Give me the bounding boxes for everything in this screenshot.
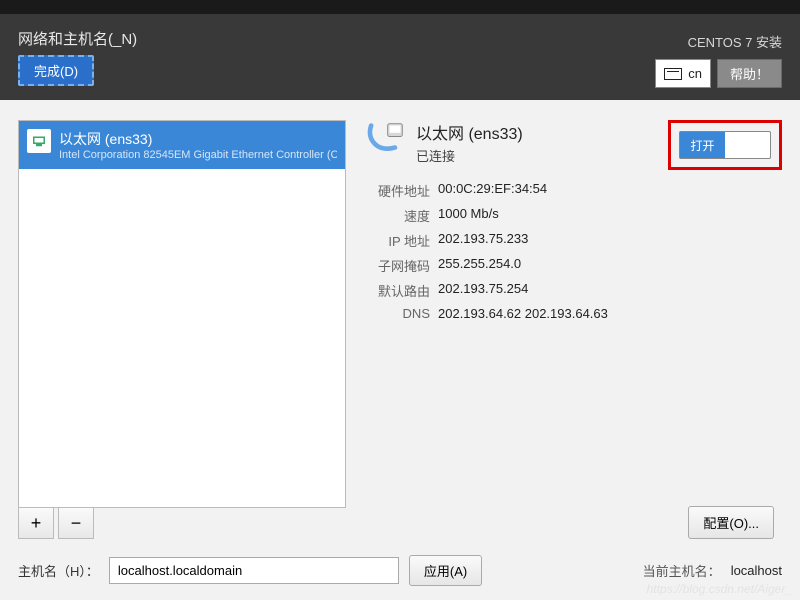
gateway-label: 默认路由 <box>362 281 430 300</box>
toggle-off-side <box>725 132 770 158</box>
main-panel: 以太网 (ens33) Intel Corporation 82545EM Gi… <box>0 100 800 600</box>
gateway-value: 202.193.75.254 <box>438 281 528 300</box>
remove-nic-button[interactable]: − <box>58 507 94 539</box>
nic-item-subtitle: Intel Corporation 82545EM Gigabit Ethern… <box>59 149 337 161</box>
dns-value: 202.193.64.62 202.193.64.63 <box>438 306 608 321</box>
mask-label: 子网掩码 <box>362 256 430 275</box>
header-right: CENTOS 7 安装 cn 帮助！ <box>655 32 782 88</box>
ip-label: IP 地址 <box>362 231 430 250</box>
hwaddr-label: 硬件地址 <box>362 181 430 200</box>
nic-status: 已连接 <box>416 146 523 165</box>
ethernet-icon <box>27 129 51 153</box>
nic-list-panel: 以太网 (ens33) Intel Corporation 82545EM Gi… <box>18 120 346 539</box>
connection-toggle[interactable]: 打开 <box>679 131 771 159</box>
mask-value: 255.255.254.0 <box>438 256 521 275</box>
keyboard-layout-selector[interactable]: cn <box>655 59 711 88</box>
nic-list-item[interactable]: 以太网 (ens33) Intel Corporation 82545EM Gi… <box>19 121 345 169</box>
window-titlebar <box>0 0 800 14</box>
hostname-input[interactable] <box>109 557 399 584</box>
ethernet-large-icon <box>362 120 406 164</box>
keyboard-layout-label: cn <box>688 66 702 81</box>
done-button[interactable]: 完成(D) <box>18 55 94 86</box>
toggle-on-label: 打开 <box>680 132 725 158</box>
help-button[interactable]: 帮助！ <box>717 59 782 88</box>
nic-details-panel: 打开 以太网 (ens33) 已连接 硬件地址 00:0C:29:EF:34:54… <box>354 120 782 539</box>
nic-title: 以太网 (ens33) <box>416 120 523 144</box>
highlight-box: 打开 <box>668 120 782 170</box>
current-hostname-label: 当前主机名： <box>643 561 721 580</box>
keyboard-icon <box>664 68 682 80</box>
ip-value: 202.193.75.233 <box>438 231 528 250</box>
configure-button[interactable]: 配置(O)... <box>688 506 774 539</box>
nic-details: 硬件地址 00:0C:29:EF:34:54 速度 1000 Mb/s IP 地址 2… <box>362 181 774 327</box>
speed-value: 1000 Mb/s <box>438 206 499 225</box>
nic-list: 以太网 (ens33) Intel Corporation 82545EM Gi… <box>18 120 346 508</box>
installer-title: CENTOS 7 安装 <box>688 32 782 51</box>
apply-button[interactable]: 应用(A) <box>409 555 482 586</box>
speed-label: 速度 <box>362 206 430 225</box>
dns-label: DNS <box>362 306 430 321</box>
hwaddr-value: 00:0C:29:EF:34:54 <box>438 181 547 200</box>
current-hostname-value: localhost <box>731 563 782 578</box>
installer-header: 网络和主机名(_N) 完成(D) CENTOS 7 安装 cn 帮助！ <box>0 14 800 100</box>
hostname-row: 主机名（H）： 应用(A) 当前主机名： localhost <box>18 555 782 586</box>
nic-item-title: 以太网 (ens33) <box>59 129 337 149</box>
add-nic-button[interactable]: + <box>18 507 54 539</box>
hostname-label: 主机名（H）： <box>18 561 99 580</box>
